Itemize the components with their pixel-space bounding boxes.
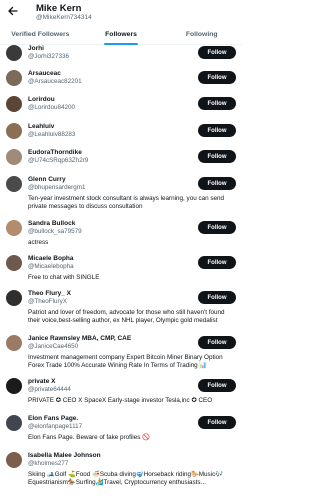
avatar[interactable] <box>6 452 22 468</box>
user-handle: @kholmes277 <box>28 460 69 467</box>
user-handle: @private64444 <box>28 386 71 393</box>
list-item[interactable]: Glenn Curry @bhupensardergm1 Ten-year in… <box>0 176 242 220</box>
profile-handle: @MikeKern734314 <box>36 14 92 21</box>
list-item[interactable]: Elon Fans Page. @elonfanpage1117 Elon Fa… <box>0 415 242 452</box>
user-bio: Free to chat with SINGLE <box>28 274 100 281</box>
back-arrow-icon[interactable] <box>6 4 20 18</box>
followers-list: Jorhi @Jorhi327336 Follow Arsauceac @Ars… <box>0 45 242 496</box>
user-handle: @Leahluiv88283 <box>28 131 76 138</box>
user-bio: actress <box>28 239 49 246</box>
user-name[interactable]: Micaele Bopha <box>28 255 190 263</box>
user-name[interactable]: private X <box>28 378 190 386</box>
follow-button[interactable]: Follow <box>198 46 236 59</box>
user-bio: Patriot and lover of freedom, advocate f… <box>28 309 225 325</box>
user-bio: Skiing 🎿Golf ⛳Food 🍜Scuba diving🤿Horseba… <box>28 471 224 487</box>
user-handle: @JaniceCae4650 <box>28 343 79 350</box>
user-handle: @TheoFluryX <box>28 298 67 305</box>
user-handle: @bhupensardergm1 <box>28 184 86 191</box>
user-name[interactable]: Arsauceac <box>28 70 190 78</box>
list-item[interactable]: Isabella Malee Johnson @kholmes277 Skiin… <box>0 452 242 496</box>
user-handle: @Jorhi327336 <box>28 53 70 60</box>
user-handle: @U74cSRqp63Zh2r9 <box>28 157 89 164</box>
user-name[interactable]: Glenn Curry <box>28 176 190 184</box>
follow-button[interactable]: Follow <box>198 256 236 269</box>
list-item[interactable]: Janice Rawnsley MBA, CMP, CAE @JaniceCae… <box>0 335 242 378</box>
avatar[interactable] <box>6 45 22 61</box>
user-handle: @Arsauceac82201 <box>28 78 82 85</box>
user-name[interactable]: Elon Fans Page. <box>28 415 190 423</box>
user-name[interactable]: Isabella Malee Johnson <box>28 452 190 460</box>
follow-button[interactable]: Follow <box>198 124 236 137</box>
avatar[interactable] <box>6 415 22 431</box>
user-name[interactable]: Leahluiv <box>28 123 190 131</box>
list-item[interactable]: Leahluiv @Leahluiv88283 Follow <box>0 123 242 149</box>
user-bio: Elon Fans Page. Beware of fake profiles … <box>28 434 150 441</box>
user-bio: Investment management company Expert Bit… <box>28 354 223 370</box>
follow-button[interactable]: Follow <box>198 177 236 190</box>
list-item[interactable]: Arsauceac @Arsauceac82201 Follow <box>0 70 242 96</box>
follow-button[interactable]: Follow <box>198 97 236 110</box>
avatar[interactable] <box>6 96 22 112</box>
avatar[interactable] <box>6 335 22 351</box>
user-name[interactable]: Janice Rawnsley MBA, CMP, CAE <box>28 335 190 343</box>
user-bio: Ten-year investment stock consultant is … <box>28 195 225 211</box>
list-item[interactable]: Micaele Bopha @Micaelebopha Free to chat… <box>0 255 242 290</box>
follow-button[interactable]: Follow <box>198 379 236 392</box>
list-item[interactable]: Theo Flury_ X @TheoFluryX Patriot and lo… <box>0 290 242 335</box>
user-name[interactable]: Sandra Bullock <box>28 220 190 228</box>
avatar[interactable] <box>6 378 22 394</box>
follow-button[interactable]: Follow <box>198 150 236 163</box>
list-item[interactable]: Jorhi @Jorhi327336 Follow <box>0 45 242 70</box>
user-name[interactable]: Lorirdou <box>28 96 190 104</box>
list-item[interactable]: EudoraThorndike @U74cSRqp63Zh2r9 Follow <box>0 149 242 176</box>
avatar[interactable] <box>6 176 22 192</box>
tab-followers[interactable]: Followers <box>81 25 162 44</box>
avatar[interactable] <box>6 220 22 236</box>
user-handle: @bullock_sa79579 <box>28 228 82 235</box>
user-name[interactable]: Theo Flury_ X <box>28 290 190 298</box>
user-name[interactable]: Jorhi <box>28 45 190 53</box>
tab-bar: Verified Followers Followers Following <box>0 25 242 45</box>
list-item[interactable]: Lorirdou @Lorirdou84200 Follow <box>0 96 242 123</box>
tab-following[interactable]: Following <box>161 25 242 44</box>
avatar[interactable] <box>6 290 22 306</box>
avatar[interactable] <box>6 123 22 139</box>
avatar[interactable] <box>6 70 22 86</box>
user-bio: PRIVATE ✪ CEO X SpaceX Early-stage inves… <box>28 397 213 404</box>
follow-button[interactable]: Follow <box>198 291 236 304</box>
follow-button[interactable]: Follow <box>198 71 236 84</box>
user-name[interactable]: EudoraThorndike <box>28 149 190 157</box>
list-item[interactable]: Sandra Bullock @bullock_sa79579 actress … <box>0 220 242 255</box>
top-bar: Mike Kern @MikeKern734314 <box>0 0 242 24</box>
follow-button[interactable]: Follow <box>198 416 236 429</box>
profile-name: Mike Kern <box>36 3 82 14</box>
user-handle: @elonfanpage1117 <box>28 423 83 430</box>
tab-verified-followers[interactable]: Verified Followers <box>0 25 81 44</box>
list-item[interactable]: private X @private64444 PRIVATE ✪ CEO X … <box>0 378 242 415</box>
follow-button[interactable]: Follow <box>198 221 236 234</box>
avatar[interactable] <box>6 255 22 271</box>
follow-button[interactable]: Follow <box>198 336 236 349</box>
profile-header: Mike Kern @MikeKern734314 <box>36 3 92 22</box>
user-handle: @Micaelebopha <box>28 263 74 270</box>
avatar[interactable] <box>6 149 22 165</box>
user-handle: @Lorirdou84200 <box>28 104 76 111</box>
